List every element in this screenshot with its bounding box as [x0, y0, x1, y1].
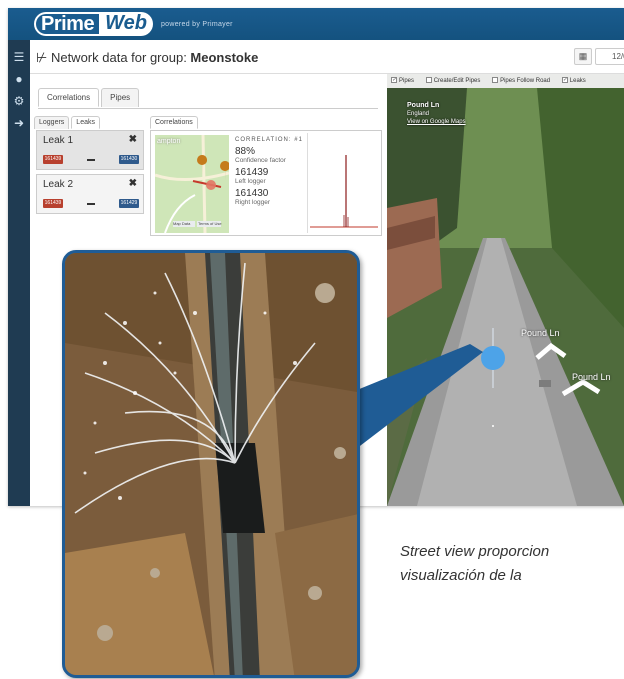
correlation-panel: ampton Map Data Terms of Use CORRELATION… [150, 130, 382, 236]
page-header: ⊬ Network data for group: Meonstoke ▦ 12… [30, 40, 624, 74]
tab-divider [38, 108, 378, 109]
map-toolbar: ✓ Pipes Create/Edit Pipes Pipes Follow Ro… [387, 74, 624, 88]
leak-photo [62, 250, 360, 678]
right-logger-value: 161430 [235, 188, 269, 199]
correlation-plot [307, 133, 379, 233]
checkbox-empty-icon[interactable] [425, 77, 432, 84]
street-view-image [387, 88, 624, 506]
left-logger-value: 161439 [235, 167, 269, 178]
sub-tabs: Loggers Leaks [34, 116, 102, 129]
close-icon[interactable]: ✖ [129, 178, 137, 189]
checkbox-empty-icon[interactable] [492, 77, 499, 84]
primeweb-logo[interactable]: Prime Web powered by Primayer [34, 11, 233, 37]
correlations-panel-tabs: Correlations [150, 116, 200, 129]
date-value: 12/04 [612, 52, 624, 61]
street-address-title: Pound Ln [407, 102, 440, 109]
pipes-follow-road-toggle[interactable]: Pipes Follow Road [492, 77, 555, 84]
map-terms-link[interactable]: Terms of Use [198, 221, 222, 226]
menu-icon[interactable]: ☰ [8, 46, 30, 68]
road-label: Pound Ln [572, 372, 611, 382]
correlation-minimap[interactable]: ampton Map Data Terms of Use [155, 135, 229, 233]
pipes-toggle-label: Pipes [399, 78, 415, 84]
leak-card[interactable]: Leak 1 ✖ 161439 161430 [36, 130, 144, 170]
right-logger-badge: 161430 [119, 155, 139, 164]
main-tabs: Correlations Pipes [38, 88, 141, 107]
dash-divider [87, 159, 95, 161]
checkbox-checked-icon[interactable]: ✓ [391, 77, 397, 84]
checkbox-checked-icon[interactable]: ✓ [561, 77, 568, 84]
create-edit-pipes-toggle[interactable]: Create/Edit Pipes [425, 77, 486, 84]
globe-icon[interactable]: ● [8, 68, 30, 90]
leak-name: Leak 1 [43, 135, 74, 146]
top-bar: Prime Web powered by Primayer [8, 8, 624, 40]
correlation-info: CORRELATION: #1 88% Confidence factor 16… [235, 137, 305, 206]
page-title: ⊬ Network data for group: Meonstoke [36, 50, 258, 66]
tab-pipes[interactable]: Pipes [101, 88, 140, 107]
street-address-card: Pound Ln England View on Google Maps [407, 102, 466, 126]
left-logger-label: Left logger [235, 178, 266, 185]
tab-leaks[interactable]: Leaks [71, 116, 100, 129]
leak-name: Leak 2 [43, 179, 74, 190]
sign-out-icon[interactable]: ➜ [8, 112, 30, 134]
network-icon: ⊬ [36, 50, 48, 65]
date-field[interactable]: ▦ 12/04 [574, 48, 624, 65]
create-edit-pipes-label: Create/Edit Pipes [433, 78, 481, 84]
calendar-icon[interactable]: ▦ [574, 48, 592, 65]
powered-by-text: powered by Primayer [160, 20, 233, 28]
pipe-leak-image [65, 253, 357, 675]
tab-correlations-panel[interactable]: Correlations [150, 116, 198, 129]
street-address-sub: England [407, 111, 430, 117]
caption: Street view proporcion visualización de … [400, 540, 624, 588]
street-view-panel[interactable]: ✓ Pipes Create/Edit Pipes Pipes Follow Ro… [387, 74, 624, 506]
correlation-heading: CORRELATION: #1 [235, 137, 303, 143]
group-name: Meonstoke [190, 50, 259, 65]
caption-line-2: visualización de la [400, 567, 522, 584]
caption-line-1: Street view proporcion [400, 543, 550, 560]
logo-web-text: Web [99, 12, 153, 36]
tab-loggers[interactable]: Loggers [34, 116, 70, 129]
page-title-prefix: Network data for group: [50, 50, 191, 65]
tab-correlations[interactable]: Correlations [38, 88, 100, 107]
pipes-toggle[interactable]: ✓ Pipes [391, 77, 419, 84]
leak-card[interactable]: Leak 2 ✖ 161439 161429 [36, 174, 144, 214]
pipes-follow-road-label: Pipes Follow Road [500, 78, 551, 84]
map-data-link[interactable]: Map Data [173, 221, 190, 226]
confidence-label: Confidence factor [235, 157, 286, 164]
left-logger-badge: 161439 [43, 155, 63, 164]
close-icon[interactable]: ✖ [129, 134, 137, 145]
view-on-google-maps-link[interactable]: View on Google Maps [407, 118, 466, 126]
leaks-toggle-label: Leaks [569, 78, 586, 84]
right-logger-badge: 161429 [119, 199, 139, 208]
gears-icon[interactable]: ⚙ [8, 90, 30, 112]
map-town-label: ampton [157, 138, 181, 145]
left-logger-badge: 161439 [43, 199, 63, 208]
dash-divider [87, 203, 95, 205]
sidebar: ☰ ● ⚙ ➜ [8, 40, 30, 506]
confidence-value: 88% [235, 146, 256, 157]
leaks-toggle[interactable]: ✓ Leaks [561, 77, 591, 84]
minimap-graphic [155, 135, 229, 233]
logo-prime-text: Prime [34, 12, 100, 36]
road-label: Pound Ln [521, 328, 560, 338]
correlation-plot-graphic [310, 155, 378, 228]
right-logger-label: Right logger [235, 199, 271, 206]
